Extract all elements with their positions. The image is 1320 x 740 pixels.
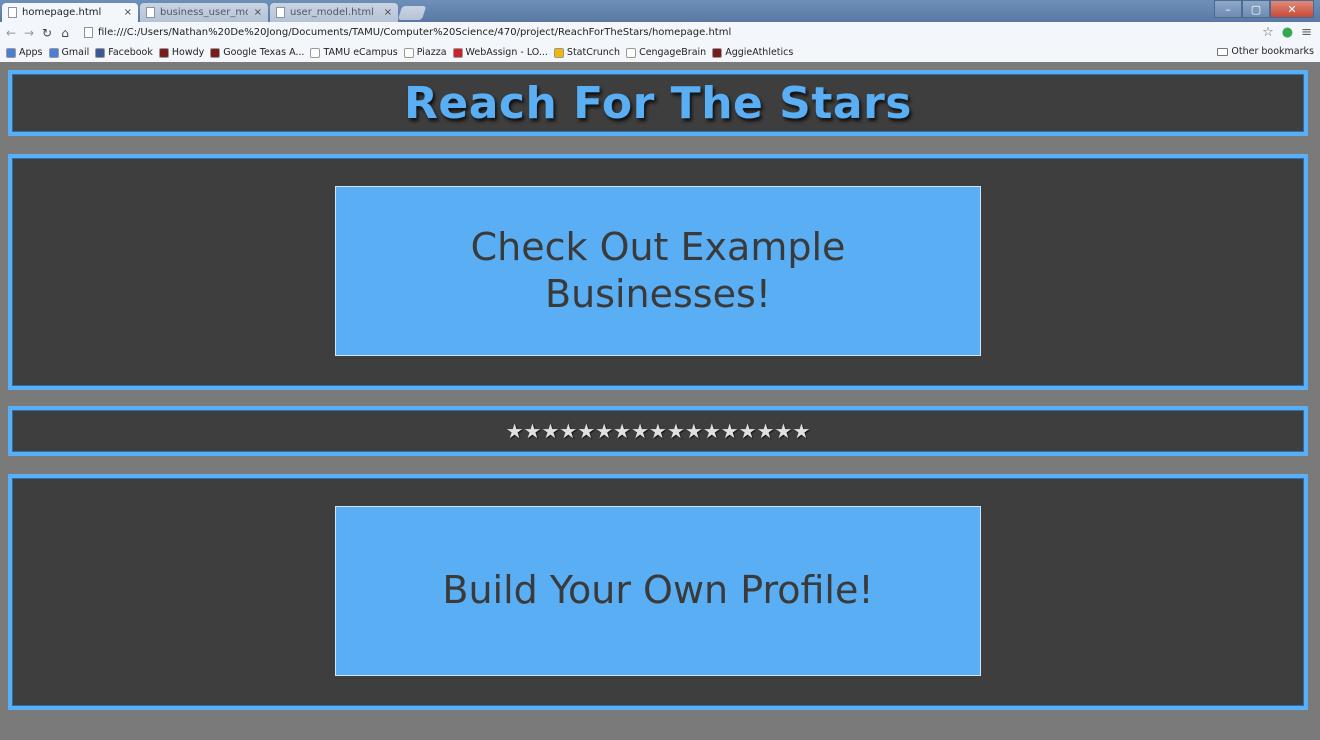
extension-icon[interactable]: ●	[1282, 25, 1293, 40]
bookmark-item[interactable]: WebAssign - LO...	[452, 47, 548, 58]
bookmark-label: Gmail	[61, 47, 90, 58]
tab-label: business_user_model	[160, 7, 248, 18]
back-icon[interactable]: ←	[4, 26, 18, 40]
reload-icon[interactable]: ↻	[40, 26, 54, 40]
tab-user-model[interactable]: user_model.html ×	[270, 3, 398, 22]
bookmark-icon	[6, 47, 16, 58]
window-controls: – ▢ ✕	[1214, 0, 1314, 18]
bookmark-label: Facebook	[108, 47, 153, 58]
tab-label: user_model.html	[290, 7, 374, 18]
minimize-button[interactable]: –	[1214, 0, 1242, 18]
tab-label: homepage.html	[22, 7, 102, 18]
bookmark-item[interactable]: Google Texas A...	[210, 47, 304, 58]
address-bar[interactable]: file:///C:/Users/Nathan%20De%20Jong/Docu…	[84, 24, 1224, 41]
bookmark-star-icon[interactable]: ☆	[1262, 25, 1274, 40]
page-icon	[8, 7, 17, 18]
bookmark-item[interactable]: TAMU eCampus	[310, 47, 398, 58]
examples-panel: Check Out Example Businesses!	[8, 154, 1308, 390]
bookmark-item[interactable]: Apps	[6, 47, 43, 58]
other-bookmarks[interactable]: Other bookmarks	[1217, 46, 1314, 57]
bookmark-label: Howdy	[171, 47, 205, 58]
bookmarks-bar: Apps Gmail Facebook Howdy Google Texas A... T…	[0, 43, 1320, 62]
other-bookmarks-label: Other bookmarks	[1231, 46, 1314, 57]
bookmark-label: CengageBrain	[639, 47, 707, 58]
close-window-button[interactable]: ✕	[1270, 0, 1314, 18]
example-businesses-label: Check Out Example Businesses!	[470, 224, 846, 317]
maximize-button[interactable]: ▢	[1242, 0, 1270, 18]
toolbar-actions: ☆ ● ≡	[1262, 25, 1312, 40]
new-tab-button[interactable]	[397, 6, 427, 20]
bookmark-icon	[158, 47, 169, 58]
bookmark-icon	[210, 47, 221, 58]
home-icon[interactable]: ⌂	[58, 26, 72, 40]
tab-business-user-model[interactable]: business_user_model ×	[140, 3, 268, 22]
bookmark-label: Piazza	[416, 47, 447, 58]
folder-icon	[1217, 47, 1229, 56]
tab-homepage[interactable]: homepage.html ×	[2, 3, 138, 22]
bookmark-icon	[48, 47, 59, 58]
bookmark-icon	[626, 47, 637, 58]
example-businesses-button[interactable]: Check Out Example Businesses!	[335, 186, 981, 356]
page-icon	[84, 27, 93, 38]
menu-icon[interactable]: ≡	[1301, 25, 1312, 40]
bookmark-item[interactable]: Gmail	[48, 47, 90, 58]
profile-panel: Build Your Own Profile!	[8, 474, 1308, 710]
bookmark-icon	[403, 47, 414, 58]
tab-close-icon[interactable]: ×	[124, 7, 132, 18]
bookmark-item[interactable]: CengageBrain	[626, 47, 706, 58]
bookmark-item[interactable]: StatCrunch	[553, 47, 621, 58]
bookmark-label: AggieAthletics	[725, 47, 794, 58]
url-text: file:///C:/Users/Nathan%20De%20Jong/Docu…	[98, 27, 732, 38]
build-profile-button[interactable]: Build Your Own Profile!	[335, 506, 981, 676]
page-icon	[276, 7, 285, 18]
bookmark-item[interactable]: Piazza	[403, 47, 447, 58]
bookmark-item[interactable]: Facebook	[95, 47, 153, 58]
bookmark-label: Apps	[19, 47, 43, 58]
stars-divider-panel: ★★★★★★★★★★★★★★★★★	[8, 406, 1308, 456]
browser-chrome: homepage.html × business_user_model × us…	[0, 0, 1320, 62]
bookmark-icon	[95, 47, 106, 58]
bookmark-label: StatCrunch	[566, 47, 621, 58]
navigation-toolbar: ← → ↻ ⌂ file:///C:/Users/Nathan%20De%20J…	[0, 22, 1320, 43]
tab-strip: homepage.html × business_user_model × us…	[0, 0, 1320, 22]
bookmark-label: Google Texas A...	[223, 47, 305, 58]
bookmark-item[interactable]: Howdy	[158, 47, 205, 58]
forward-icon[interactable]: →	[22, 26, 36, 40]
bookmark-item[interactable]: AggieAthletics	[712, 47, 793, 58]
tab-close-icon[interactable]: ×	[384, 7, 392, 18]
tab-close-icon[interactable]: ×	[254, 7, 262, 18]
bookmark-icon	[310, 47, 321, 58]
stars-divider: ★★★★★★★★★★★★★★★★★	[505, 419, 811, 443]
header-panel: Reach For The Stars	[8, 70, 1308, 136]
page-icon	[146, 7, 155, 18]
bookmark-icon	[452, 47, 463, 58]
bookmark-label: WebAssign - LO...	[465, 47, 548, 58]
page-title: Reach For The Stars	[404, 77, 912, 129]
build-profile-label: Build Your Own Profile!	[442, 568, 874, 613]
bookmark-label: TAMU eCampus	[323, 47, 398, 58]
bookmark-icon	[553, 47, 564, 58]
bookmark-icon	[712, 47, 723, 58]
